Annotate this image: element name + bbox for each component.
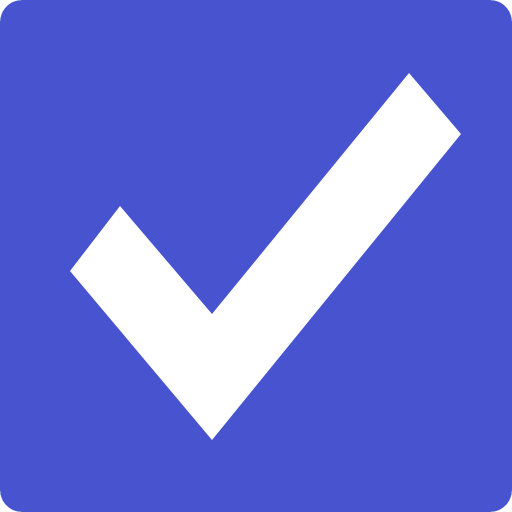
checkbox-background [0, 0, 512, 512]
checked-checkbox[interactable] [0, 0, 512, 512]
checkbox-graphic [0, 0, 512, 512]
